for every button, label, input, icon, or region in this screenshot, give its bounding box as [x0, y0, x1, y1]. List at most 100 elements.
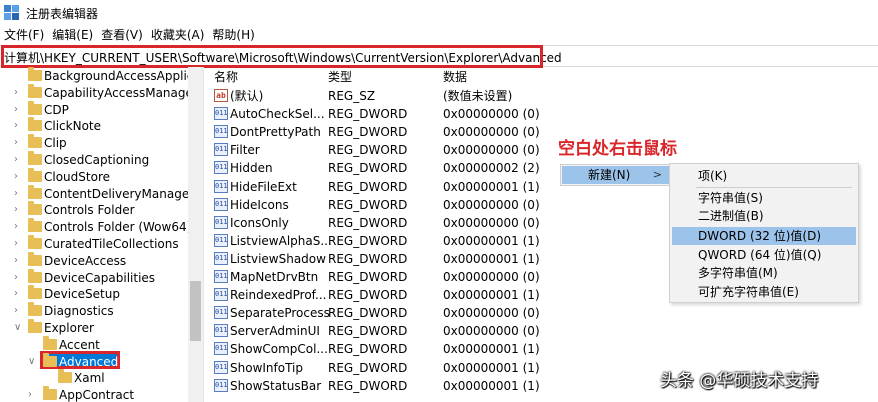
tree-item[interactable]: › Diagnostics [0, 302, 190, 320]
tree-item[interactable]: ∨ Explorer [0, 319, 190, 337]
tree-item-label: DeviceSetup [44, 287, 120, 302]
value-row[interactable]: 011 Filter REG_DWORD 0x00000000 (0) [205, 141, 878, 159]
folder-icon [28, 67, 42, 81]
folder-icon [28, 83, 42, 98]
tree-item[interactable]: › CDP [0, 100, 190, 119]
chevron-right-icon[interactable]: › [14, 255, 24, 267]
menu-file[interactable]: 文件(F) [0, 26, 48, 44]
value-type: REG_DWORD [328, 197, 408, 212]
tree-item-label: CapabilityAccessManager [44, 85, 198, 100]
value-name: (默认) [230, 89, 264, 103]
tree-item[interactable]: › AppContract [0, 386, 190, 402]
tree-item[interactable]: › ClosedCaptioning [0, 151, 190, 169]
submenu-item[interactable]: 字符串值(S) [672, 189, 856, 207]
submenu-item-label: QWORD (64 位)值(Q) [698, 248, 822, 262]
tree-item[interactable]: ∨ Advanced [0, 352, 190, 371]
value-row[interactable]: 011 AutoCheckSel... REG_DWORD 0x00000000 (0… [205, 105, 878, 123]
binary-value-icon: 011 [214, 324, 228, 338]
folder-icon [28, 151, 42, 165]
submenu-item[interactable]: 项(K) [672, 167, 856, 185]
chevron-down-icon[interactable]: ∨ [28, 356, 38, 368]
value-row[interactable]: ab (默认) REG_SZ (数值未设置) [205, 87, 878, 105]
value-name: HideFileExt [230, 179, 297, 194]
tree-item[interactable]: › DeviceCapabilities [0, 268, 190, 287]
chevron-right-icon[interactable]: › [14, 204, 24, 216]
value-row[interactable]: 011 SeparateProcess REG_DWORD 0x00000000 (0… [205, 304, 878, 322]
tree-item[interactable]: › DeviceAccess [0, 251, 190, 270]
chevron-right-icon[interactable]: › [14, 87, 24, 99]
submenu-item[interactable]: 多字符串值(M) [672, 264, 856, 282]
menu-help[interactable]: 帮助(H) [208, 26, 258, 44]
tree-scrollbar[interactable] [188, 67, 203, 402]
column-header-type[interactable]: 类型 [328, 69, 352, 85]
chevron-right-icon[interactable]: › [14, 288, 24, 300]
chevron-right-icon[interactable]: › [14, 238, 24, 250]
chevron-right-icon[interactable]: › [14, 120, 24, 132]
value-row[interactable]: 011 ServerAdminUI REG_DWORD 0x00000000 (0) [205, 322, 878, 340]
value-type: REG_DWORD [328, 215, 408, 230]
value-name: DontPrettyPath [230, 125, 321, 140]
value-type: REG_DWORD [328, 360, 408, 375]
tree-item[interactable]: › Controls Folder (Wow64) [0, 218, 191, 236]
tree-item[interactable]: Xaml [0, 369, 190, 387]
tree-item[interactable]: › ClickNote [0, 117, 190, 135]
column-header-data[interactable]: 数据 [443, 69, 467, 85]
submenu-item[interactable]: 二进制值(B) [672, 207, 856, 225]
submenu-item[interactable]: DWORD (32 位)值(D) [672, 227, 856, 245]
submenu-item[interactable]: QWORD (64 位)值(Q) [672, 246, 856, 264]
tree-item[interactable]: › Clip [0, 134, 190, 152]
tree-scrollbar-thumb[interactable] [190, 281, 201, 341]
binary-value-icon: 011 [214, 306, 228, 320]
value-data: 0x00000000 (0) [443, 197, 540, 212]
column-header-name[interactable]: 名称 [214, 69, 238, 85]
tree-item-label: CDP [44, 102, 69, 117]
value-name: HideIcons [230, 197, 289, 212]
chevron-down-icon[interactable]: ∨ [14, 322, 24, 334]
tree-item-label: DeviceAccess [44, 253, 127, 268]
value-row[interactable]: 011 DontPrettyPath REG_DWORD 0x00000000 (0) [205, 123, 878, 141]
tree-item[interactable]: › CapabilityAccessManager [0, 83, 198, 102]
folder-icon [43, 352, 57, 367]
address-annotation-box [1, 45, 543, 68]
tree-item[interactable]: › CuratedTileCollections [0, 235, 190, 253]
chevron-right-icon[interactable]: › [14, 171, 24, 183]
address-bar[interactable]: 计算机\HKEY_CURRENT_USER\Software\Microsoft… [0, 45, 878, 68]
binary-value-icon: 011 [214, 251, 228, 265]
folder-icon [28, 302, 42, 317]
value-type: REG_DWORD [328, 107, 408, 122]
value-row[interactable]: 011 ShowCompCol... REG_DWORD 0x00000001 (1) [205, 340, 878, 358]
tree-item[interactable]: › DeviceSetup [0, 285, 190, 303]
binary-value-icon: 011 [214, 107, 228, 121]
submenu-item[interactable]: 可扩充字符串值(E) [672, 283, 856, 301]
submenu-item-label: 字符串值(S) [698, 191, 763, 205]
chevron-right-icon[interactable]: › [28, 389, 38, 401]
menu-favorites[interactable]: 收藏夹(A) [147, 26, 209, 44]
chevron-right-icon[interactable]: › [14, 137, 24, 149]
chevron-right-icon[interactable]: › [14, 104, 24, 116]
tree-item[interactable]: › ContentDeliveryManager [0, 184, 194, 203]
tree-item[interactable]: › CloudStore [0, 167, 190, 186]
chevron-right-icon[interactable]: › [14, 154, 24, 166]
folder-icon [28, 184, 42, 199]
context-menu-new[interactable]: 新建(N) > [562, 166, 670, 184]
chevron-right-icon[interactable]: › [14, 305, 24, 317]
binary-value-icon: 011 [214, 179, 228, 193]
value-type: REG_DWORD [328, 288, 408, 303]
chevron-right-icon[interactable]: › [14, 272, 24, 284]
tree-item[interactable]: Accent [0, 335, 190, 354]
menu-view[interactable]: 查看(V) [97, 26, 147, 44]
chevron-right-icon[interactable]: › [14, 221, 24, 233]
submenu-item-label: 项(K) [698, 169, 728, 183]
value-data: 0x00000000 (0) [443, 324, 540, 339]
submenu-separator [696, 187, 852, 188]
tree-item[interactable]: › Controls Folder [0, 201, 190, 219]
chevron-right-icon[interactable]: › [14, 188, 24, 200]
tree-item-label: Clip [44, 136, 67, 151]
tree-item[interactable]: BackgroundAccessApplica [0, 67, 201, 85]
menu-edit[interactable]: 编辑(E) [48, 26, 97, 44]
binary-value-icon: 011 [214, 360, 228, 374]
tree-item-label: ClosedCaptioning [44, 153, 150, 167]
value-name: ReindexedProf... [230, 288, 327, 303]
value-name: AutoCheckSel... [230, 107, 325, 122]
tree-item-label: ClickNote [44, 119, 101, 134]
